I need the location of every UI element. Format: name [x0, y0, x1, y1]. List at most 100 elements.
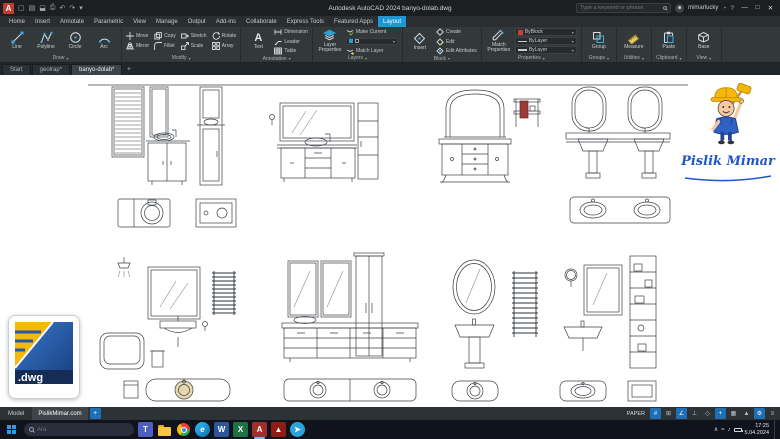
plan-view-round-basin[interactable]	[124, 379, 230, 401]
minimize-button[interactable]: —	[738, 4, 751, 12]
new-file-icon[interactable]: ▢	[17, 4, 26, 12]
table-button[interactable]: Table	[274, 47, 308, 55]
move-button[interactable]: Move	[126, 32, 149, 40]
polyline-button[interactable]: Polyline	[33, 31, 59, 50]
paper-space-button[interactable]: PAPER	[624, 411, 648, 417]
drawing-canvas[interactable]: Pislik Mimar .dwg	[0, 75, 780, 407]
oval-mirror-pedestal-sink[interactable]	[453, 260, 538, 368]
show-desktop-button[interactable]	[774, 420, 777, 439]
panel-groups-footer[interactable]: Groups▾	[582, 54, 616, 62]
save-icon[interactable]: ⬓	[38, 4, 47, 12]
fillet-button[interactable]: Fillet	[154, 42, 176, 50]
layer-properties-button[interactable]: Layer Properties	[317, 29, 343, 54]
wide-mirror-vanity[interactable]	[270, 103, 379, 182]
ortho-toggle-icon[interactable]: ⊥	[689, 408, 700, 419]
lineweight-toggle-icon[interactable]: ▦	[728, 408, 739, 419]
panel-properties-footer[interactable]: Properties▾	[482, 54, 581, 62]
ribbon-tab-insert[interactable]: Insert	[30, 16, 55, 27]
network-icon[interactable]: ≈	[721, 427, 724, 433]
plot-icon[interactable]: ⎙	[49, 4, 57, 12]
edge-icon[interactable]: e	[195, 422, 210, 437]
arc-button[interactable]: Arc	[91, 31, 117, 50]
polar-tracking-icon[interactable]: ∠	[676, 408, 687, 419]
edit-block-button[interactable]: Edit	[436, 38, 477, 46]
tall-cabinet-vessel-sink[interactable]	[197, 87, 225, 185]
measure-button[interactable]: Measure	[621, 31, 647, 50]
scale-button[interactable]: Scale	[181, 42, 207, 50]
circle-button[interactable]: Circle	[62, 31, 88, 50]
restore-button[interactable]: □	[751, 4, 764, 12]
layer-dropdown[interactable]: ▾	[346, 38, 398, 46]
paste-button[interactable]: Paste	[656, 31, 682, 50]
cad-drawing[interactable]	[0, 75, 780, 407]
plan-view-oval-basin[interactable]	[560, 381, 656, 401]
new-layout-button[interactable]: +	[90, 408, 101, 419]
annotation-scale-icon[interactable]: ▲	[741, 408, 752, 419]
ribbon-tab-layout-active[interactable]: Layout	[378, 16, 406, 27]
ribbon-tab-collaborate[interactable]: Collaborate	[241, 16, 282, 27]
ribbon-tab-parametric[interactable]: Parametric	[89, 16, 128, 27]
file-explorer-icon[interactable]	[157, 422, 172, 437]
plan-view-double-sink[interactable]	[570, 197, 670, 223]
teams-icon[interactable]: T	[138, 422, 153, 437]
panel-block-footer[interactable]: Block▾	[403, 55, 481, 62]
ribbon-tab-annotate[interactable]: Annotate	[55, 16, 89, 27]
modern-vanity[interactable]	[282, 253, 418, 362]
linetype-dropdown[interactable]: ByLayer▾	[515, 37, 577, 45]
make-current-button[interactable]: Make Current	[346, 28, 398, 36]
classic-vanity-arched-mirror[interactable]	[439, 90, 511, 182]
notifications-icon[interactable]: ◔	[722, 5, 726, 12]
model-tab[interactable]: Model	[2, 407, 30, 420]
mirror-shelf-sink[interactable]	[564, 256, 656, 368]
double-vanity[interactable]	[566, 87, 670, 178]
layout-tab-pislikmimar[interactable]: PislikMimar.com	[32, 407, 87, 420]
plan-view-cabinet-mid[interactable]	[196, 199, 236, 227]
panel-utilities-footer[interactable]: Utilities▾	[617, 54, 651, 62]
file-tab-geolrap[interactable]: geolrap*	[32, 64, 70, 75]
louver-cabinet-vanity[interactable]	[112, 87, 190, 185]
ribbon-tab-view[interactable]: View	[128, 16, 151, 27]
taskbar-search-input[interactable]	[37, 427, 129, 433]
qat-dropdown-icon[interactable]: ▾	[78, 4, 84, 12]
new-drawing-tab-button[interactable]: +	[123, 64, 134, 75]
panel-view-footer[interactable]: View▾	[687, 54, 721, 62]
bathroom-scene[interactable]	[100, 257, 236, 369]
ribbon-tab-addins[interactable]: Add-ins	[211, 16, 241, 27]
stretch-button[interactable]: Stretch	[181, 32, 207, 40]
line-button[interactable]: Line	[4, 31, 30, 50]
account-name[interactable]: mimarlucky	[688, 5, 718, 11]
grid-toggle-icon[interactable]: #	[650, 408, 661, 419]
plan-view-pedestal-sink[interactable]	[452, 381, 498, 401]
redo-icon[interactable]: ↷	[68, 4, 76, 12]
taskbar-clock[interactable]: 17:25 5.04.2024	[745, 423, 771, 436]
customization-icon[interactable]: ≡	[767, 408, 778, 419]
leader-button[interactable]: Leader	[274, 38, 308, 46]
open-file-icon[interactable]: ▤	[28, 4, 37, 12]
array-button[interactable]: Array	[212, 42, 237, 50]
edit-attributes-button[interactable]: Edit Attributes	[436, 47, 477, 55]
word-icon[interactable]: W	[214, 422, 229, 437]
object-snap-tracking-icon[interactable]: +	[715, 408, 726, 419]
panel-draw-footer[interactable]: Draw▾	[0, 54, 121, 62]
help-icon[interactable]: ?	[730, 5, 734, 12]
plan-view-double-basin-counter[interactable]	[284, 379, 416, 401]
tray-expand-icon[interactable]: ∧	[714, 426, 718, 433]
copy-button[interactable]: Copy	[154, 32, 176, 40]
panel-modify-footer[interactable]: Modify▾	[122, 54, 240, 62]
battery-icon[interactable]	[734, 428, 742, 432]
plan-view-sink-left[interactable]	[118, 199, 170, 227]
file-tab-start[interactable]: Start	[2, 64, 31, 75]
panel-annotation-footer[interactable]: Annotation▾	[241, 55, 312, 62]
match-properties-button[interactable]: Match Properties	[486, 29, 512, 54]
rotate-button[interactable]: Rotate	[212, 32, 237, 40]
base-button[interactable]: Base	[691, 31, 717, 50]
telegram-icon[interactable]: ➤	[290, 422, 305, 437]
match-layer-button[interactable]: Match Layer	[346, 47, 398, 55]
insert-block-button[interactable]: Insert	[407, 32, 433, 51]
snap-toggle-icon[interactable]: ⊞	[663, 408, 674, 419]
start-button[interactable]	[3, 421, 20, 438]
lineweight-dropdown[interactable]: ByLayer▾	[515, 46, 577, 54]
account-avatar[interactable]: ☻	[675, 4, 684, 13]
group-button[interactable]: Group	[586, 31, 612, 50]
excel-icon[interactable]: X	[233, 422, 248, 437]
